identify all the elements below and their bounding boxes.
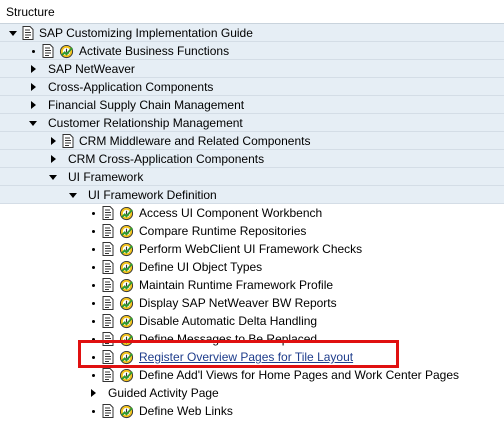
tree-node[interactable]: SAP NetWeaver xyxy=(0,60,504,78)
tree-node[interactable]: Guided Activity Page xyxy=(0,384,504,402)
documentation-icon[interactable] xyxy=(102,296,114,310)
documentation-icon[interactable] xyxy=(42,44,54,58)
bullet-icon xyxy=(88,315,98,327)
bullet-icon xyxy=(88,207,98,219)
collapse-arrow-icon[interactable] xyxy=(28,117,38,129)
tree-node-label[interactable]: Disable Automatic Delta Handling xyxy=(139,314,317,328)
execute-activity-icon[interactable] xyxy=(59,44,74,59)
execute-activity-icon[interactable] xyxy=(119,206,134,221)
expand-arrow-icon[interactable] xyxy=(28,63,38,75)
expand-arrow-icon[interactable] xyxy=(48,135,58,147)
documentation-icon[interactable] xyxy=(102,224,114,238)
expand-arrow-icon[interactable] xyxy=(28,81,38,93)
tree-node[interactable]: Access UI Component Workbench xyxy=(0,204,504,222)
tree-node[interactable]: Define Add'l Views for Home Pages and Wo… xyxy=(0,366,504,384)
bullet-icon xyxy=(88,279,98,291)
expand-arrow-icon[interactable] xyxy=(28,99,38,111)
execute-activity-icon[interactable] xyxy=(119,242,134,257)
bullet-icon xyxy=(88,243,98,255)
tree-node[interactable]: Disable Automatic Delta Handling xyxy=(0,312,504,330)
tree-node[interactable]: UI Framework xyxy=(0,168,504,186)
execute-activity-icon[interactable] xyxy=(119,260,134,275)
documentation-icon[interactable] xyxy=(62,134,74,148)
tree-node-label[interactable]: Perform WebClient UI Framework Checks xyxy=(139,242,362,256)
tree-node[interactable]: SAP Customizing Implementation Guide xyxy=(0,24,504,42)
tree-node[interactable]: Activate Business Functions xyxy=(0,42,504,60)
tree-node[interactable]: Register Overview Pages for Tile Layout xyxy=(0,340,504,368)
tree-node[interactable]: Cross-Application Components xyxy=(0,78,504,96)
bullet-icon xyxy=(28,45,38,57)
tree-node[interactable]: Display SAP NetWeaver BW Reports xyxy=(0,294,504,312)
tree-node-label[interactable]: Compare Runtime Repositories xyxy=(139,224,306,238)
tree-node-label[interactable]: Display SAP NetWeaver BW Reports xyxy=(139,296,337,310)
collapse-arrow-icon[interactable] xyxy=(68,189,78,201)
collapse-arrow-icon[interactable] xyxy=(8,27,18,39)
tree-node[interactable]: UI Framework Definition xyxy=(0,186,504,204)
execute-activity-icon[interactable] xyxy=(119,314,134,329)
execute-activity-icon[interactable] xyxy=(119,404,134,419)
expand-arrow-icon[interactable] xyxy=(88,387,98,399)
tree-node[interactable]: Maintain Runtime Framework Profile xyxy=(0,276,504,294)
tree-node-label[interactable]: Guided Activity Page xyxy=(108,386,219,400)
documentation-icon[interactable] xyxy=(102,278,114,292)
tree-node[interactable]: Customer Relationship Management xyxy=(0,114,504,132)
tree-node[interactable]: Financial Supply Chain Management xyxy=(0,96,504,114)
tree-node[interactable]: Define UI Object Types xyxy=(0,258,504,276)
documentation-icon[interactable] xyxy=(102,206,114,220)
execute-activity-icon[interactable] xyxy=(119,368,134,383)
expand-arrow-icon[interactable] xyxy=(48,153,58,165)
execute-activity-icon[interactable] xyxy=(119,278,134,293)
documentation-icon[interactable] xyxy=(102,242,114,256)
tree-node[interactable]: CRM Cross-Application Components xyxy=(0,150,504,168)
bullet-icon xyxy=(88,297,98,309)
tree-node-label[interactable]: Define Add'l Views for Home Pages and Wo… xyxy=(139,368,459,382)
tree-node-label[interactable]: UI Framework Definition xyxy=(88,188,217,202)
tree-node[interactable]: CRM Middleware and Related Components xyxy=(0,132,504,150)
documentation-icon[interactable] xyxy=(102,314,114,328)
tree-node[interactable]: Define Web Links xyxy=(0,402,504,420)
tree-node[interactable]: Perform WebClient UI Framework Checks xyxy=(0,240,504,258)
bullet-icon xyxy=(88,405,98,417)
tree-node-label[interactable]: CRM Middleware and Related Components xyxy=(79,134,310,148)
bullet-icon xyxy=(88,225,98,237)
documentation-icon[interactable] xyxy=(102,260,114,274)
tree-node-label[interactable]: Cross-Application Components xyxy=(48,80,213,94)
structure-header: Structure xyxy=(0,0,504,24)
tree-node-label[interactable]: SAP NetWeaver xyxy=(48,62,135,76)
execute-activity-icon[interactable] xyxy=(119,296,134,311)
bullet-icon xyxy=(88,261,98,273)
highlight-box xyxy=(78,340,399,368)
tree-node-label[interactable]: Customer Relationship Management xyxy=(48,116,243,130)
tree-node-label[interactable]: Financial Supply Chain Management xyxy=(48,98,244,112)
tree-node[interactable]: Compare Runtime Repositories xyxy=(0,222,504,240)
structure-header-label: Structure xyxy=(6,5,55,19)
tree-node-label[interactable]: CRM Cross-Application Components xyxy=(68,152,264,166)
execute-activity-icon[interactable] xyxy=(119,224,134,239)
documentation-icon[interactable] xyxy=(102,368,114,382)
tree-node-label[interactable]: UI Framework xyxy=(68,170,143,184)
bullet-icon xyxy=(88,369,98,381)
tree-node-label[interactable]: Define UI Object Types xyxy=(139,260,262,274)
tree-node-label[interactable]: SAP Customizing Implementation Guide xyxy=(39,26,253,40)
tree-node-label[interactable]: Activate Business Functions xyxy=(79,44,229,58)
tree-node-label[interactable]: Access UI Component Workbench xyxy=(139,206,322,220)
tree-node-label[interactable]: Maintain Runtime Framework Profile xyxy=(139,278,333,292)
collapse-arrow-icon[interactable] xyxy=(48,171,58,183)
ig-structure-tree: SAP Customizing Implementation Guide Acti… xyxy=(0,24,504,420)
documentation-icon[interactable] xyxy=(22,26,34,40)
